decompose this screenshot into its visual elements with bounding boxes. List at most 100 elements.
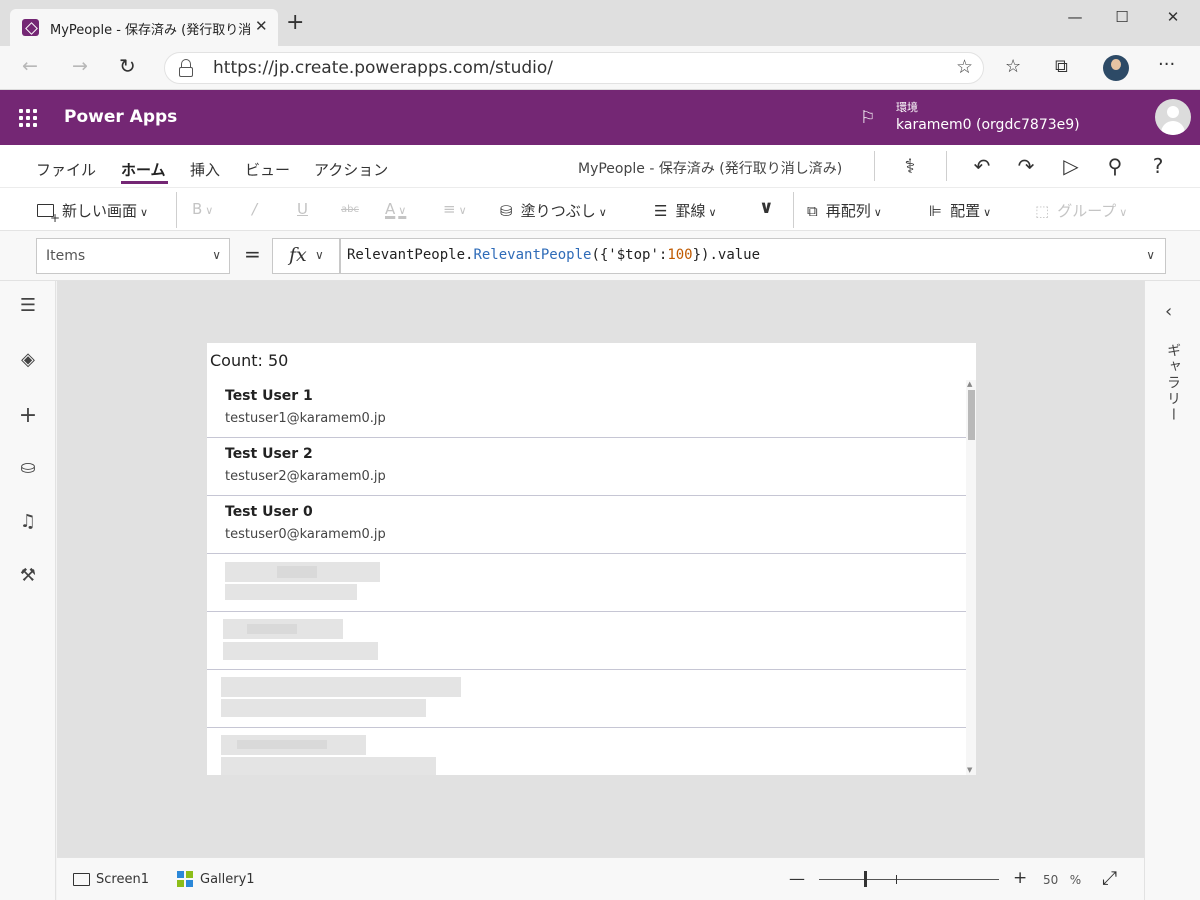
status-bar: Screen1 Gallery1 — + 50 % ⤢ [57,857,1144,900]
more-menu-icon[interactable]: ··· [1158,54,1175,75]
gallery-scrollbar[interactable]: ▲ ▼ [966,380,976,775]
breadcrumb-gallery[interactable]: Gallery1 [200,872,255,887]
hamburger-menu-icon[interactable]: ☰ [14,295,42,316]
gallery-item-redacted[interactable] [207,612,966,670]
environment-label: 環境 [896,101,918,114]
app-launcher-icon[interactable] [19,109,37,127]
help-icon[interactable]: ? [1144,154,1172,178]
zoom-slider-tick [896,875,897,884]
app-screen[interactable]: Count: 50 Test User 1 testuser1@karamem0… [207,343,976,775]
data-cylinder-icon[interactable]: ⛀ [14,457,42,478]
browser-tab[interactable]: MyPeople - 保存済み (発行取り消し済み) - Power Apps … [10,9,278,46]
gallery-item-name: Test User 0 [225,504,313,520]
new-tab-button[interactable]: + [286,12,304,34]
zoom-percentage: 50 % [1043,873,1081,887]
new-screen-button[interactable]: 新しい画面∨ [37,200,148,225]
group-button[interactable]: ⬚ グループ ∨ [1035,200,1127,221]
function-picker[interactable]: fx ∨ [272,238,340,274]
property-dropdown[interactable]: Items ∨ [36,238,230,274]
app-checker-icon[interactable]: ⚕ [896,154,924,178]
collections-icon[interactable]: ⧉ [1055,56,1068,77]
address-url[interactable]: https://jp.create.powerapps.com/studio/ [213,58,553,78]
properties-panel-label[interactable]: ギャラリー [1163,343,1183,423]
zoom-out-button[interactable]: — [789,869,805,888]
formula-text[interactable]: RelevantPeople.RelevantPeople({'$top':10… [347,247,760,263]
redacted-name-block [237,740,327,749]
power-apps-header: Power Apps ⚐ 環境 karamem0 (orgdc7873e9) [0,90,1200,145]
gallery-item-redacted[interactable] [207,554,966,612]
border-button[interactable]: ☰ 罫線 ∨ [654,200,717,221]
window-minimize-button[interactable]: — [1052,8,1098,26]
underline-button[interactable]: U [297,200,308,218]
gallery-item[interactable]: Test User 1 testuser1@karamem0.jp [207,380,966,438]
ribbon-overflow-chevron-icon[interactable]: ∨ [759,197,774,218]
expand-formula-icon[interactable]: ∨ [1146,248,1155,262]
zoom-slider-track[interactable] [819,879,999,880]
italic-button[interactable]: / [252,200,257,218]
zoom-unit: % [1069,873,1082,887]
window-close-button[interactable]: ✕ [1150,8,1196,26]
align-button[interactable]: ⊫ 配置 ∨ [929,200,991,221]
zoom-value: 50 [1043,873,1059,887]
menu-insert[interactable]: 挿入 [190,159,220,180]
back-icon[interactable]: ← [22,55,38,77]
chevron-left-icon[interactable]: ‹ [1165,301,1172,322]
chevron-down-icon: ∨ [983,206,992,219]
formula-token: ({'$top': [591,247,668,263]
screen-icon [73,873,90,886]
scroll-down-arrow-icon[interactable]: ▼ [967,766,972,774]
reload-icon[interactable]: ↻ [119,54,136,78]
fit-to-window-icon[interactable]: ⤢ [1102,867,1117,889]
menu-home[interactable]: ホーム [121,159,166,180]
scroll-up-arrow-icon[interactable]: ▲ [967,380,972,388]
reorder-button[interactable]: ⧉ 再配列 ∨ [807,200,882,221]
favorites-list-icon[interactable]: ☆ [1005,56,1021,77]
count-label[interactable]: Count: 50 [210,351,288,370]
font-color-label: A [385,200,396,218]
environment-name[interactable]: karamem0 (orgdc7873e9) [896,117,1080,133]
zoom-slider-thumb[interactable] [864,871,867,887]
zoom-in-button[interactable]: + [1013,868,1027,888]
tab-close-icon[interactable]: ✕ [255,17,268,35]
forward-icon[interactable]: → [72,55,88,77]
redacted-name-block [277,566,317,578]
address-bar[interactable]: https://jp.create.powerapps.com/studio/ … [164,52,984,84]
gallery-item-name: Test User 1 [225,388,313,404]
menu-file[interactable]: ファイル [36,159,96,180]
redacted-email-block [225,584,357,600]
design-canvas: Count: 50 Test User 1 testuser1@karamem0… [57,281,1144,857]
gallery-item-redacted[interactable] [207,728,966,775]
formula-input[interactable]: RelevantPeople.RelevantPeople({'$top':10… [340,238,1166,274]
text-align-button[interactable]: ≡ ∨ [443,200,467,218]
menu-view[interactable]: ビュー [245,159,290,180]
gallery-item-redacted[interactable] [207,670,966,728]
window-maximize-button[interactable]: ☐ [1099,8,1145,26]
user-avatar[interactable] [1155,99,1191,135]
menu-action[interactable]: アクション [314,159,388,180]
media-icon[interactable]: ♫ [14,511,42,532]
redacted-email-block [221,699,426,717]
app-save-status: MyPeople - 保存済み (発行取り消し済み) [578,161,843,177]
gallery-item[interactable]: Test User 0 testuser0@karamem0.jp [207,496,966,554]
people-gallery[interactable]: Test User 1 testuser1@karamem0.jp Test U… [207,380,976,775]
favorite-star-icon[interactable]: ☆ [956,56,973,78]
insert-plus-icon[interactable]: + [14,403,42,428]
preview-play-icon[interactable]: ▷ [1057,154,1085,178]
undo-icon[interactable]: ↶ [968,154,996,178]
browser-profile-avatar[interactable] [1103,55,1129,81]
scroll-thumb[interactable] [968,390,975,440]
tree-view-layers-icon[interactable]: ◈ [14,349,42,370]
align-label: 配置 [950,202,981,220]
ribbon-toolbar: 新しい画面∨ B∨ / U abc A∨ ≡∨ ⛁塗りつぶし∨ ☰罫線∨ ∨ ⧉… [0,187,1200,231]
environment-icon[interactable]: ⚐ [860,108,875,128]
share-user-icon[interactable]: ⚲ [1101,154,1129,178]
fill-button[interactable]: ⛁ 塗りつぶし ∨ [500,200,607,221]
bold-button[interactable]: B ∨ [192,200,213,218]
font-color-button[interactable]: A ∨ [385,200,406,218]
gallery-item[interactable]: Test User 2 testuser2@karamem0.jp [207,438,966,496]
strikethrough-button[interactable]: abc [341,204,359,215]
advanced-tools-icon[interactable]: ⚒ [14,565,42,586]
studio-menu-bar: ファイル ホーム 挿入 ビュー アクション MyPeople - 保存済み (発… [0,145,1200,187]
redo-icon[interactable]: ↷ [1012,154,1040,178]
breadcrumb-screen[interactable]: Screen1 [96,872,149,887]
